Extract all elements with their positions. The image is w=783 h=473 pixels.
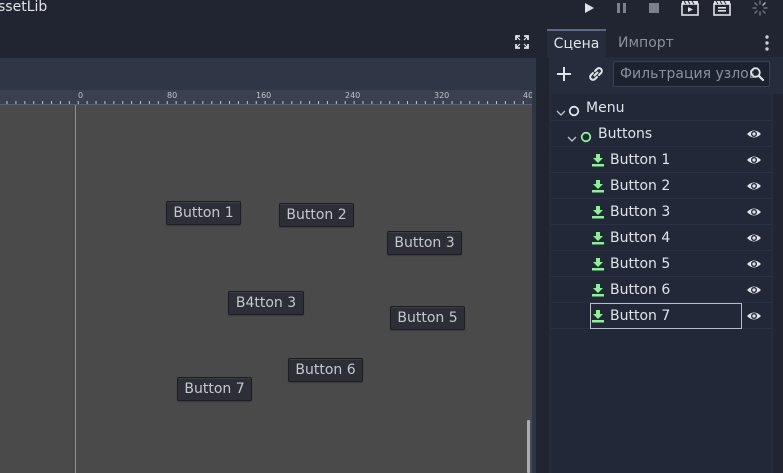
spinner-icon (750, 0, 770, 16)
canvas-button-2[interactable]: Button 2 (279, 203, 354, 227)
ruler-tick-label: 0 (78, 91, 83, 100)
search-icon[interactable] (749, 66, 765, 82)
canvas-button-3[interactable]: Button 3 (387, 231, 462, 255)
stop-icon[interactable] (644, 0, 664, 16)
vertical-guide-line (75, 105, 76, 473)
more-options-icon[interactable] (763, 34, 771, 52)
visibility-eye-icon[interactable] (746, 308, 762, 324)
button-node-icon (591, 178, 605, 197)
ruler-tick-label: 240 (345, 91, 360, 100)
button-node-icon (591, 204, 605, 223)
tab-scene[interactable]: Сцена (547, 29, 606, 57)
tab-import[interactable]: Импорт (618, 29, 674, 57)
tree-row-button[interactable]: Button 3 (551, 199, 771, 225)
tree-label: Button 3 (610, 204, 671, 220)
filter-input[interactable] (614, 62, 754, 86)
tree-label: Button 1 (610, 152, 671, 168)
ruler-tick-label: 320 (434, 91, 449, 100)
button-node-icon (591, 152, 605, 171)
canvas-button-1[interactable]: Button 1 (166, 201, 241, 225)
viewport-canvas[interactable]: Button 1 Button 2 Button 3 B4tton 3 Butt… (0, 105, 532, 473)
fullscreen-icon[interactable] (514, 34, 530, 50)
ruler-tick-label: 160 (256, 91, 271, 100)
play-icon[interactable] (580, 0, 600, 16)
visibility-eye-icon[interactable] (746, 152, 762, 168)
assetlib-tab[interactable]: ssetLib (0, 0, 47, 15)
button-node-icon (591, 256, 605, 275)
filter-field (613, 61, 770, 87)
tree-row-button[interactable]: Button 6 (551, 277, 771, 303)
tree-row-button[interactable]: Button 1 (551, 147, 771, 173)
link-icon[interactable] (586, 64, 606, 84)
canvas-button-7[interactable]: Button 7 (177, 377, 252, 401)
visibility-eye-icon[interactable] (746, 178, 762, 194)
visibility-eye-icon[interactable] (746, 230, 762, 246)
tree-label: Button 6 (610, 282, 671, 298)
canvas-button-5[interactable]: Button 5 (390, 306, 465, 330)
button-node-icon (591, 282, 605, 301)
control-node-icon (580, 128, 592, 147)
tree-label: Buttons (598, 126, 653, 142)
tree-row-button[interactable]: Button 4 (551, 225, 771, 251)
tree-row-button[interactable]: Button 2 (551, 173, 771, 199)
horizontal-ruler: 0 80 160 240 320 400 (0, 90, 532, 105)
tree-row-menu[interactable]: Menu (551, 95, 771, 121)
tree-label: Button 2 (610, 178, 671, 194)
ruler-tick-label: 80 (167, 91, 177, 100)
visibility-eye-icon[interactable] (746, 126, 762, 142)
visibility-eye-icon[interactable] (746, 256, 762, 272)
selected-row-outline (590, 303, 742, 329)
play-scene-icon[interactable] (680, 0, 700, 16)
dock-scroll-gutter (773, 94, 783, 473)
control-node-icon (568, 102, 580, 121)
tree-label: Button 5 (610, 256, 671, 272)
canvas-button-4[interactable]: B4tton 3 (228, 291, 304, 315)
tree-label: Menu (586, 100, 625, 116)
play-custom-scene-icon[interactable] (712, 0, 732, 16)
viewport-scrollbar[interactable] (527, 420, 530, 473)
visibility-eye-icon[interactable] (746, 204, 762, 220)
top-bar: ssetLib (0, 0, 783, 28)
button-node-icon (591, 230, 605, 249)
tree-row-buttons[interactable]: Buttons (551, 121, 771, 147)
editor-window: ssetLib 0 80 160 240 320 4 Button 1 Butt… (0, 0, 783, 473)
ruler-tick-label: 400 (523, 91, 532, 100)
viewport-toolbar (0, 28, 536, 58)
visibility-eye-icon[interactable] (746, 282, 762, 298)
canvas-button-6[interactable]: Button 6 (288, 358, 363, 382)
tree-label: Button 4 (610, 230, 671, 246)
pause-icon[interactable] (612, 0, 632, 16)
add-node-icon[interactable] (554, 64, 574, 84)
tree-row-button[interactable]: Button 5 (551, 251, 771, 277)
